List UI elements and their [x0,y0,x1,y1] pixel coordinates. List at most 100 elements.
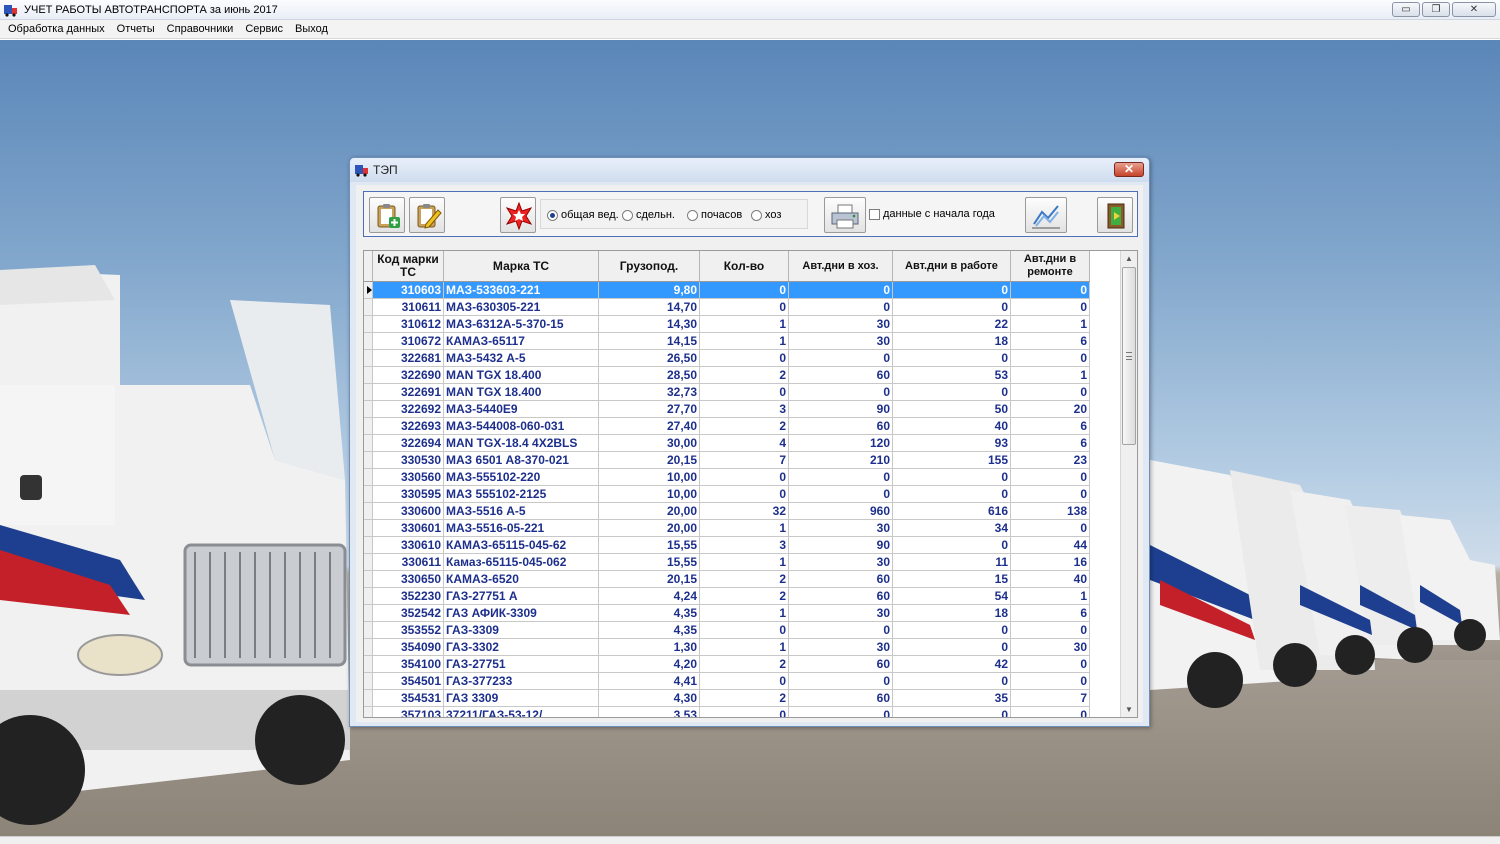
table-cell[interactable]: 35 [893,690,1011,706]
table-cell[interactable]: 0 [789,486,893,502]
table-cell[interactable]: 37211/ГАЗ-53-12/ [444,707,599,717]
table-cell[interactable]: 4,35 [599,605,700,621]
row-indicator[interactable] [364,367,373,383]
table-row[interactable]: 322693 МАЗ-544008-060-031 27,40 2 60 40 6 [364,418,1090,435]
row-indicator[interactable] [364,639,373,655]
table-cell[interactable]: МАЗ-544008-060-031 [444,418,599,434]
table-row[interactable]: 322691 MAN TGX 18.400 32,73 0 0 0 0 [364,384,1090,401]
table-cell[interactable]: Камаз-65115-045-062 [444,554,599,570]
table-row[interactable]: 310672 КАМАЗ-65117 14,15 1 30 18 6 [364,333,1090,350]
row-indicator[interactable] [364,316,373,332]
table-cell[interactable]: 0 [700,707,789,717]
row-indicator[interactable] [364,333,373,349]
table-cell[interactable]: 3 [700,401,789,417]
table-cell[interactable]: 11 [893,554,1011,570]
table-cell[interactable]: 44 [1011,537,1090,553]
table-cell[interactable]: 30 [1011,639,1090,655]
dialog-titlebar[interactable]: ТЭП ✕ [350,158,1149,182]
table-cell[interactable]: 27,40 [599,418,700,434]
table-row[interactable]: 310611 МАЗ-630305-221 14,70 0 0 0 0 [364,299,1090,316]
table-cell[interactable]: 14,30 [599,316,700,332]
menu-service[interactable]: Сервис [239,20,289,39]
table-cell[interactable]: 32,73 [599,384,700,400]
table-cell[interactable]: 330595 [373,486,444,502]
table-cell[interactable]: 18 [893,605,1011,621]
table-cell[interactable]: ГАЗ АФИК-3309 [444,605,599,621]
menu-reports[interactable]: Отчеты [111,20,161,39]
table-cell[interactable]: 20,00 [599,520,700,536]
table-cell[interactable]: 0 [893,639,1011,655]
table-cell[interactable]: 0 [700,622,789,638]
row-indicator[interactable] [364,656,373,672]
scroll-down-icon[interactable]: ▼ [1121,702,1137,717]
row-indicator[interactable] [364,503,373,519]
row-indicator[interactable] [364,537,373,553]
table-cell[interactable]: 0 [1011,707,1090,717]
row-indicator[interactable] [364,690,373,706]
table-cell[interactable]: 7 [1011,690,1090,706]
radio-hourly[interactable]: почасов [687,209,742,221]
table-cell[interactable]: 1 [700,605,789,621]
column-header[interactable]: Авт.дни в работе [893,251,1011,281]
radio-piecework[interactable]: сдельн. [622,209,675,221]
table-cell[interactable]: МАЗ-533603-221 [444,282,599,298]
table-cell[interactable]: 32 [700,503,789,519]
row-indicator[interactable] [364,350,373,366]
table-cell[interactable]: 0 [893,673,1011,689]
table-row[interactable]: 354100 ГАЗ-27751 4,20 2 60 42 0 [364,656,1090,673]
row-indicator[interactable] [364,707,373,717]
table-cell[interactable]: 0 [789,707,893,717]
table-cell[interactable]: МАЗ 555102-2125 [444,486,599,502]
table-cell[interactable]: 0 [893,537,1011,553]
table-row[interactable]: 357103 37211/ГАЗ-53-12/3,53 0 0 0 0 [364,707,1090,717]
table-cell[interactable]: 15,55 [599,554,700,570]
table-cell[interactable]: 0 [789,384,893,400]
table-row[interactable]: 354090 ГАЗ-3302 1,30 1 30 0 30 [364,639,1090,656]
table-row[interactable]: 322681 МАЗ-5432 А-5 26,50 0 0 0 0 [364,350,1090,367]
table-cell[interactable]: 27,70 [599,401,700,417]
table-cell[interactable]: 1 [1011,588,1090,604]
table-cell[interactable]: 20 [1011,401,1090,417]
table-row[interactable]: 322690 MAN TGX 18.400 28,50 2 60 53 1 [364,367,1090,384]
row-indicator[interactable] [364,605,373,621]
table-cell[interactable]: 210 [789,452,893,468]
table-cell[interactable]: 0 [700,384,789,400]
table-cell[interactable]: 3 [700,537,789,553]
table-cell[interactable]: 354100 [373,656,444,672]
table-cell[interactable]: 16 [1011,554,1090,570]
table-row[interactable]: 310603 МАЗ-533603-221 9,80 0 0 0 0 [364,282,1090,299]
table-cell[interactable]: 1 [700,316,789,332]
table-cell[interactable]: 60 [789,690,893,706]
chart-button[interactable] [1025,197,1067,233]
table-row[interactable]: 330595 МАЗ 555102-2125 10,00 0 0 0 0 [364,486,1090,503]
table-cell[interactable]: 0 [893,622,1011,638]
table-cell[interactable]: 322690 [373,367,444,383]
table-cell[interactable]: 10,00 [599,469,700,485]
column-header[interactable]: Кол-во [700,251,789,281]
scroll-up-icon[interactable]: ▲ [1121,251,1137,266]
edit-record-button[interactable] [409,197,445,233]
table-cell[interactable]: 0 [700,673,789,689]
table-cell[interactable]: КАМАЗ-6520 [444,571,599,587]
table-row[interactable]: 330610 КАМАЗ-65115-045-62 15,55 3 90 0 44 [364,537,1090,554]
table-cell[interactable]: 0 [700,299,789,315]
table-cell[interactable]: 0 [700,486,789,502]
table-cell[interactable]: 4,30 [599,690,700,706]
table-cell[interactable]: 50 [893,401,1011,417]
table-cell[interactable]: ГАЗ-377233 [444,673,599,689]
table-cell[interactable]: МАЗ-5440Е9 [444,401,599,417]
table-row[interactable]: 330530 МАЗ 6501 А8-370-021 20,15 7 210 155 23 [364,452,1090,469]
table-cell[interactable]: 60 [789,588,893,604]
table-cell[interactable]: 330600 [373,503,444,519]
table-cell[interactable]: 322691 [373,384,444,400]
row-indicator[interactable] [364,554,373,570]
table-cell[interactable]: 4 [700,435,789,451]
table-cell[interactable]: 0 [789,282,893,298]
table-cell[interactable]: 310612 [373,316,444,332]
table-row[interactable]: 330560 МАЗ-555102-220 10,00 0 0 0 0 [364,469,1090,486]
table-cell[interactable]: 34 [893,520,1011,536]
table-cell[interactable]: 93 [893,435,1011,451]
table-cell[interactable]: 310611 [373,299,444,315]
table-cell[interactable]: 20,15 [599,571,700,587]
table-row[interactable]: 330650 КАМАЗ-6520 20,15 2 60 15 40 [364,571,1090,588]
